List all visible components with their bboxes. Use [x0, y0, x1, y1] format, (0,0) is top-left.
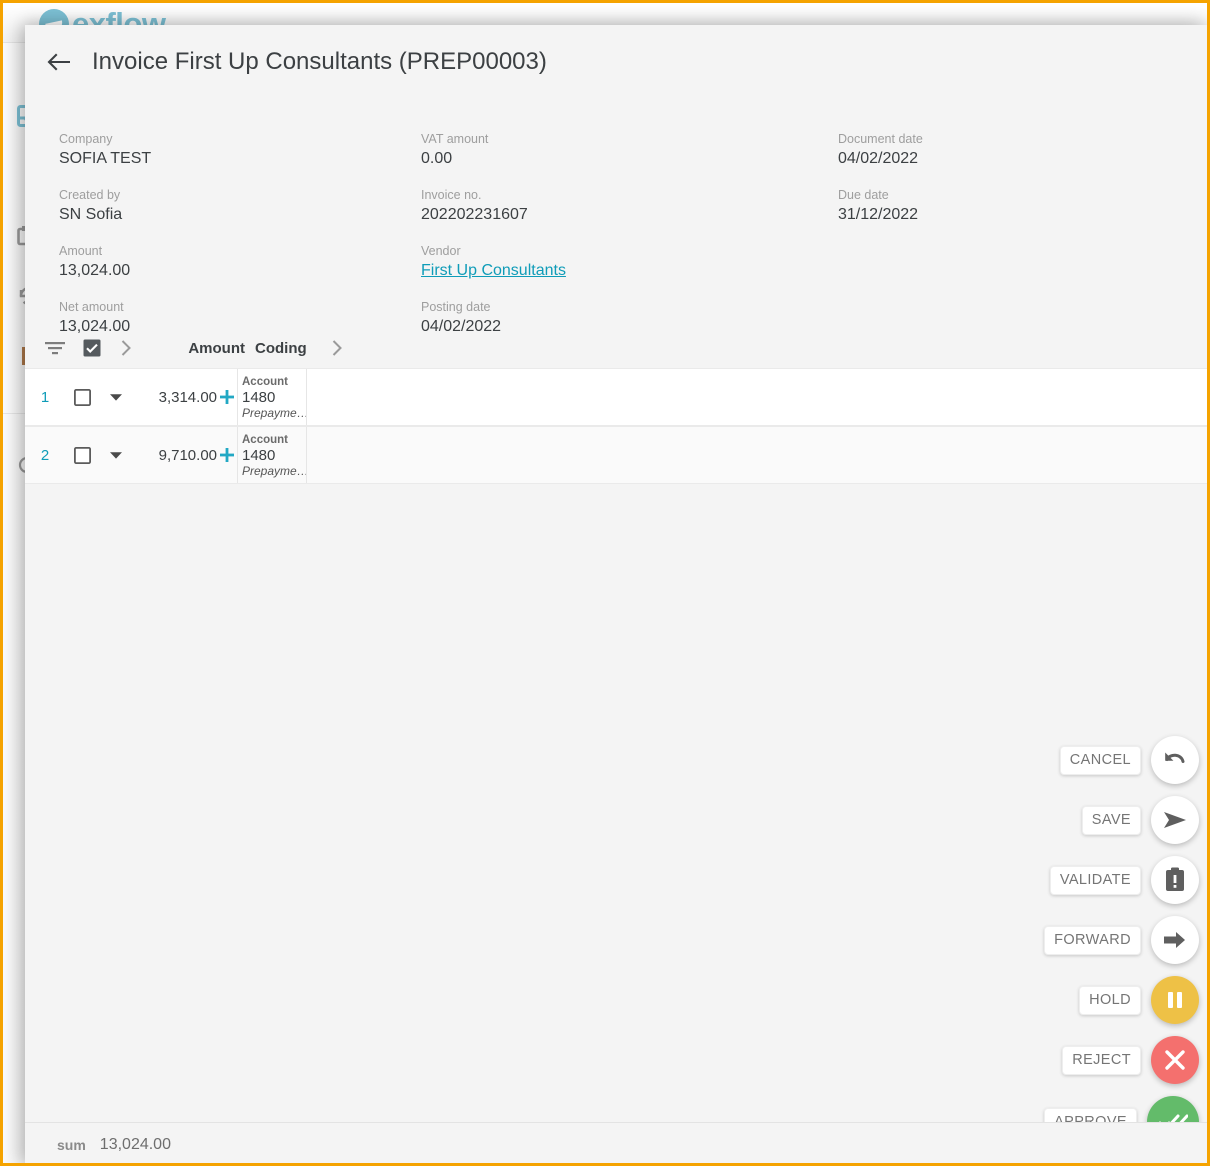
- field-value: SOFIA TEST: [59, 149, 421, 169]
- field-posting-date: Posting date 04/02/2022: [421, 299, 838, 337]
- row-empty-area: [307, 369, 1207, 425]
- row-amount: 9,710.00: [133, 427, 217, 483]
- coding-description: Prepayme…: [242, 465, 306, 478]
- save-button[interactable]: SAVE: [1082, 796, 1199, 844]
- column-header-coding[interactable]: Coding: [247, 340, 315, 357]
- invoice-detail-dialog: Invoice First Up Consultants (PREP00003)…: [25, 25, 1207, 1166]
- field-company: Company SOFIA TEST: [59, 131, 421, 169]
- expand-all-chevron-right-icon[interactable]: [109, 339, 143, 357]
- arrow-right-icon[interactable]: [1151, 916, 1199, 964]
- validate-button[interactable]: VALIDATE: [1050, 856, 1199, 904]
- vendor-link[interactable]: First Up Consultants: [421, 261, 838, 281]
- field-created-by: Created by SN Sofia: [59, 187, 421, 225]
- sum-value: 13,024.00: [100, 1136, 171, 1154]
- field-label: Created by: [59, 187, 421, 203]
- field-label: Posting date: [421, 299, 838, 315]
- row-amount: 3,314.00: [133, 369, 217, 425]
- field-invoice-no: Invoice no. 202202231607: [421, 187, 838, 225]
- field-label: Net amount: [59, 299, 421, 315]
- summary-column-3: Document date 04/02/2022 Due date 31/12/…: [838, 131, 1168, 314]
- cancel-label: CANCEL: [1060, 746, 1141, 775]
- coding-value: 1480: [242, 389, 306, 407]
- filter-icon[interactable]: [35, 340, 75, 356]
- field-vendor: Vendor First Up Consultants: [421, 243, 838, 281]
- hold-label: HOLD: [1079, 986, 1141, 1015]
- field-due-date: Due date 31/12/2022: [838, 187, 1168, 225]
- close-icon[interactable]: [1151, 1036, 1199, 1084]
- table-row[interactable]: 2 9,710.00: [25, 426, 1207, 484]
- field-label: Document date: [838, 131, 1168, 147]
- coding-expand-chevron-right-icon[interactable]: [315, 339, 359, 357]
- save-label: SAVE: [1082, 806, 1141, 835]
- row-checkbox[interactable]: [65, 369, 99, 425]
- row-coding-cell[interactable]: Account 1480 Prepayme…: [237, 427, 307, 483]
- field-label: Due date: [838, 187, 1168, 203]
- row-empty-area: [307, 427, 1207, 483]
- coding-description: Prepayme…: [242, 407, 306, 420]
- summary-column-1: Company SOFIA TEST Created by SN Sofia A…: [59, 131, 421, 314]
- coding-label: Account: [242, 375, 306, 389]
- clipboard-alert-icon[interactable]: [1151, 856, 1199, 904]
- row-dropdown-caret-icon[interactable]: [99, 427, 133, 483]
- field-label: Company: [59, 131, 421, 147]
- back-arrow-icon[interactable]: [45, 48, 73, 76]
- cancel-button[interactable]: CANCEL: [1060, 736, 1199, 784]
- forward-button[interactable]: FORWARD: [1044, 916, 1199, 964]
- field-value: 202202231607: [421, 205, 838, 225]
- row-dropdown-caret-icon[interactable]: [99, 369, 133, 425]
- row-coding-cell[interactable]: Account 1480 Prepayme…: [237, 369, 307, 425]
- select-all-checkbox[interactable]: [75, 339, 109, 357]
- dialog-header: Invoice First Up Consultants (PREP00003): [25, 25, 1207, 99]
- field-label: Vendor: [421, 243, 838, 259]
- table-row[interactable]: 1 3,314.00: [25, 368, 1207, 426]
- forward-label: FORWARD: [1044, 926, 1141, 955]
- field-value: 31/12/2022: [838, 205, 1168, 225]
- field-document-date: Document date 04/02/2022: [838, 131, 1168, 169]
- field-net-amount: Net amount 13,024.00: [59, 299, 421, 337]
- field-label: Amount: [59, 243, 421, 259]
- screenshot-root: exflow: [0, 0, 1210, 1166]
- field-amount: Amount 13,024.00: [59, 243, 421, 281]
- column-header-amount[interactable]: Amount: [143, 340, 247, 357]
- add-line-plus-icon[interactable]: [217, 369, 237, 425]
- pause-icon[interactable]: [1151, 976, 1199, 1024]
- field-value: 04/02/2022: [421, 317, 838, 337]
- row-checkbox[interactable]: [65, 427, 99, 483]
- field-value: 13,024.00: [59, 317, 421, 337]
- send-icon[interactable]: [1151, 796, 1199, 844]
- validate-label: VALIDATE: [1050, 866, 1141, 895]
- coding-label: Account: [242, 433, 306, 447]
- sum-label: sum: [57, 1137, 86, 1153]
- row-index: 1: [25, 369, 65, 425]
- field-value: 0.00: [421, 149, 838, 169]
- row-index: 2: [25, 427, 65, 483]
- dialog-footer: sum 13,024.00: [25, 1122, 1207, 1166]
- reject-label: REJECT: [1062, 1046, 1141, 1075]
- hold-button[interactable]: HOLD: [1079, 976, 1199, 1024]
- field-label: VAT amount: [421, 131, 838, 147]
- field-label: Invoice no.: [421, 187, 838, 203]
- page-title: Invoice First Up Consultants (PREP00003): [92, 48, 547, 76]
- field-value: SN Sofia: [59, 205, 421, 225]
- summary-column-2: VAT amount 0.00 Invoice no. 202202231607…: [421, 131, 838, 314]
- field-value: 04/02/2022: [838, 149, 1168, 169]
- invoice-summary: Company SOFIA TEST Created by SN Sofia A…: [25, 99, 1207, 314]
- field-vat-amount: VAT amount 0.00: [421, 131, 838, 169]
- reject-button[interactable]: REJECT: [1062, 1036, 1199, 1084]
- field-value: 13,024.00: [59, 261, 421, 281]
- add-line-plus-icon[interactable]: [217, 427, 237, 483]
- coding-value: 1480: [242, 447, 306, 465]
- undo-icon[interactable]: [1151, 736, 1199, 784]
- invoice-lines-grid: Amount Coding 1: [25, 328, 1207, 484]
- action-button-stack: CANCEL SAVE VALIDATE: [1044, 736, 1199, 1148]
